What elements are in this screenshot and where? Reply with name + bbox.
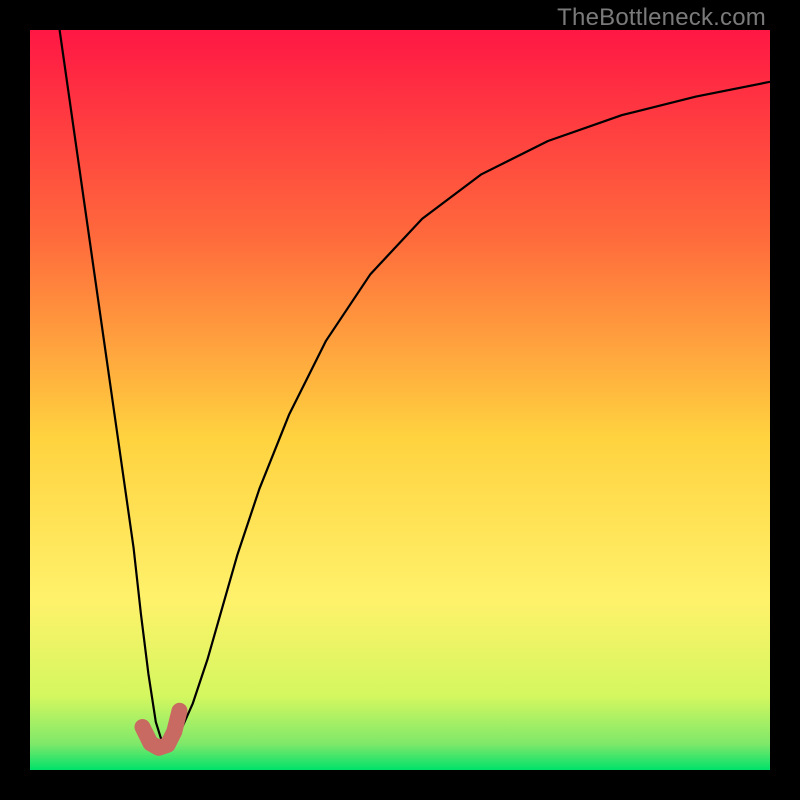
plot-area bbox=[30, 30, 770, 770]
curve-layer bbox=[30, 30, 770, 770]
source-watermark: TheBottleneck.com bbox=[557, 4, 766, 32]
chart-frame: TheBottleneck.com bbox=[0, 0, 800, 800]
minimum-marker bbox=[142, 711, 179, 748]
bottleneck-curve bbox=[60, 30, 770, 747]
